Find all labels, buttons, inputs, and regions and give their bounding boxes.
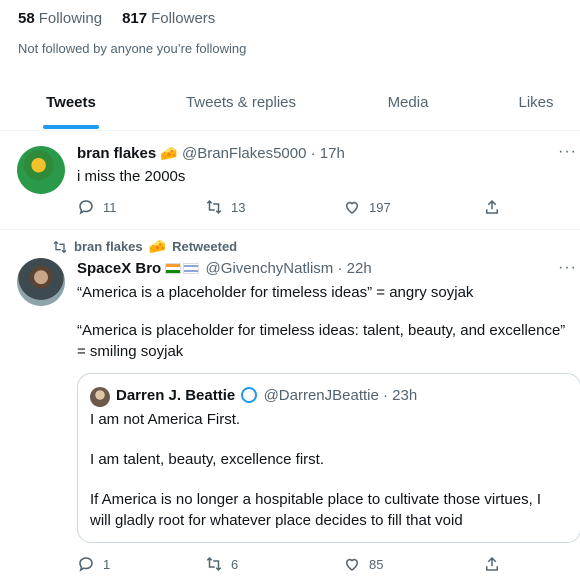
follow-stats: 58 Following 817 Followers xyxy=(18,10,215,27)
retweeted-label: Retweeted xyxy=(172,239,238,254)
retweet-icon xyxy=(53,240,67,253)
timestamp: · 23h xyxy=(383,387,418,404)
quoted-text-line: will gladly root for whatever place deci… xyxy=(90,512,463,529)
following-link[interactable]: 58 Following xyxy=(18,10,102,27)
handle: @DarrenJBeattie xyxy=(263,387,379,404)
profile-tabs: Tweets Tweets & replies Media Likes xyxy=(0,84,580,131)
retweeter-name: bran flakes xyxy=(74,239,143,254)
quoted-text-line: I am talent, beauty, excellence first. xyxy=(90,451,325,468)
reply-count: 1 xyxy=(103,556,111,572)
tweet-text-line: “America is a placeholder for timeless i… xyxy=(77,284,474,301)
heart-icon xyxy=(345,558,359,571)
avatar[interactable] xyxy=(17,258,65,306)
share-icon xyxy=(486,199,498,214)
display-name[interactable]: bran flakes xyxy=(77,145,156,162)
tweet-bran-flakes[interactable]: bran flakes 🧀 @BranFlakes5000 · 17h ··· … xyxy=(0,131,580,230)
share-button[interactable] xyxy=(483,198,501,216)
more-options-icon[interactable]: ··· xyxy=(558,259,577,277)
cheese-emoji-icon: 🧀 xyxy=(148,238,167,254)
followers-link[interactable]: 817 Followers xyxy=(122,10,215,27)
reply-count: 11 xyxy=(103,199,117,215)
tweet-header: bran flakes 🧀 @BranFlakes5000 · 17h xyxy=(77,145,345,162)
tweet-text: i miss the 2000s xyxy=(77,168,186,185)
like-count: 197 xyxy=(369,199,391,215)
india-flag-icon xyxy=(165,263,182,274)
more-options-icon[interactable]: ··· xyxy=(558,143,577,161)
like-button[interactable]: 85 xyxy=(343,555,383,573)
heart-icon xyxy=(345,201,359,214)
timestamp[interactable]: · 22h xyxy=(337,260,371,277)
like-button[interactable]: 197 xyxy=(343,198,391,216)
quoted-tweet-header: Darren J. Beattie @DarrenJBeattie · 23h xyxy=(116,387,417,404)
israel-flag-icon xyxy=(183,263,200,274)
tab-tweets-and-replies[interactable]: Tweets & replies xyxy=(142,84,340,131)
quoted-text-line: I am not America First. xyxy=(90,411,241,428)
retweet-button[interactable]: 6 xyxy=(205,555,238,573)
cheese-emoji-icon: 🧀 xyxy=(160,145,178,161)
handle[interactable]: @GivenchyNatlism xyxy=(206,260,334,277)
retweet-icon xyxy=(206,199,222,215)
retweeted-by-line[interactable]: bran flakes 🧀 Retweeted xyxy=(52,238,237,255)
active-tab-indicator xyxy=(43,125,99,129)
tweet-actions: 11 13 197 xyxy=(77,198,507,218)
retweet-icon xyxy=(206,556,222,572)
tab-tweets[interactable]: Tweets xyxy=(0,84,142,131)
globe-icon xyxy=(241,387,258,403)
tweet-header: SpaceX Bro @GivenchyNatlism · 22h xyxy=(77,260,372,277)
retweet-count: 6 xyxy=(231,556,239,572)
tweet-actions: 1 6 85 xyxy=(77,555,507,575)
share-button[interactable] xyxy=(483,555,501,573)
tweet-text-line: “America is placeholder for timeless ide… xyxy=(77,322,566,339)
tab-media[interactable]: Media xyxy=(340,84,476,131)
share-icon xyxy=(486,556,498,571)
reply-button[interactable]: 1 xyxy=(77,555,110,573)
retweet-count: 13 xyxy=(231,199,246,215)
like-count: 85 xyxy=(369,556,384,572)
quoted-text-line: If America is no longer a hospitable pla… xyxy=(90,491,542,508)
reply-icon xyxy=(79,200,93,215)
handle[interactable]: @BranFlakes5000 xyxy=(182,145,306,162)
tweet-text-line: = smiling soyjak xyxy=(77,343,184,360)
display-name[interactable]: SpaceX Bro xyxy=(77,260,161,277)
reply-icon xyxy=(79,557,93,572)
tab-likes[interactable]: Likes xyxy=(476,84,580,131)
reply-button[interactable]: 11 xyxy=(77,198,117,216)
followed-by-note: Not followed by anyone you’re following xyxy=(18,41,247,56)
retweet-button[interactable]: 13 xyxy=(205,198,245,216)
avatar xyxy=(90,387,110,407)
quoted-tweet[interactable]: Darren J. Beattie @DarrenJBeattie · 23h … xyxy=(77,373,580,543)
timestamp[interactable]: · 17h xyxy=(311,145,345,162)
display-name: Darren J. Beattie xyxy=(116,387,236,404)
avatar[interactable] xyxy=(17,146,65,194)
